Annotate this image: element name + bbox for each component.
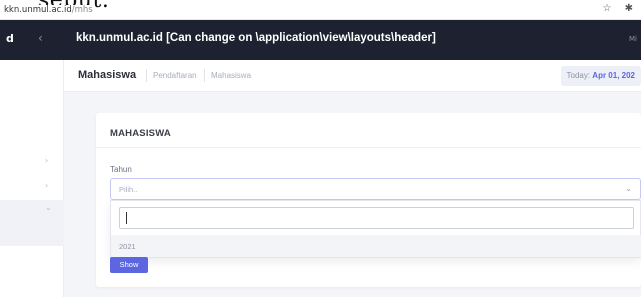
- url-path: /mhs: [71, 5, 93, 15]
- user-menu[interactable]: Mi: [629, 35, 637, 43]
- breadcrumb-divider: [146, 69, 147, 82]
- browser-actions: ☆ ✱: [592, 3, 633, 14]
- breadcrumb-item[interactable]: Pendaftaran: [153, 71, 197, 80]
- option-label: 2021: [119, 242, 136, 251]
- extensions-icon[interactable]: ✱: [625, 3, 633, 14]
- select-value: Pilih..: [119, 185, 138, 194]
- dropdown-search-input[interactable]: [119, 207, 634, 229]
- sidebar-item-active[interactable]: ⌄: [0, 200, 64, 246]
- card-title: MAHASISWA: [110, 128, 171, 139]
- sidebar: › › ⌄: [0, 60, 64, 297]
- brand-letter: d: [6, 32, 14, 45]
- divider: [96, 147, 641, 148]
- tahun-select[interactable]: Pilih.. ⌄: [110, 178, 641, 200]
- chevron-down-icon[interactable]: ⌄: [45, 203, 52, 212]
- show-button[interactable]: Show: [110, 257, 148, 273]
- address-bar[interactable]: kkn.unmul.ac.id/mhs: [4, 5, 95, 15]
- chevron-left-icon[interactable]: ‹: [38, 31, 43, 45]
- site-title: kkn.unmul.ac.id [Can change on \applicat…: [76, 32, 436, 44]
- today-date: Apr 01, 202: [592, 71, 635, 80]
- top-navbar: d ‹ kkn.unmul.ac.id [Can change on \appl…: [0, 20, 641, 60]
- url-host: kkn.unmul.ac.id: [4, 5, 72, 15]
- chevron-down-icon: ⌄: [625, 184, 632, 193]
- page-title: Mahasiswa: [78, 69, 137, 81]
- text-cursor: [126, 212, 127, 224]
- today-badge: Today: Apr 01, 202: [560, 66, 641, 86]
- sidebar-header: d ‹: [0, 20, 64, 60]
- breadcrumb: Mahasiswa Pendaftaran Mahasiswa Today: A…: [64, 60, 641, 92]
- breadcrumb-divider: [204, 69, 205, 82]
- chevron-right-icon[interactable]: ›: [45, 156, 48, 165]
- today-prefix: Today:: [566, 71, 593, 80]
- mahasiswa-card: MAHASISWA Tahun Pilih.. ⌄ 2021 Show: [96, 113, 641, 287]
- browser-bar: sebut. kkn.unmul.ac.id/mhs ☆ ✱: [0, 0, 641, 20]
- dropdown-option[interactable]: 2021: [111, 235, 641, 257]
- tahun-label: Tahun: [110, 165, 132, 174]
- star-icon[interactable]: ☆: [602, 3, 611, 14]
- chevron-right-icon[interactable]: ›: [45, 181, 48, 190]
- breadcrumb-item[interactable]: Mahasiswa: [211, 71, 251, 80]
- select-dropdown: 2021: [110, 200, 641, 258]
